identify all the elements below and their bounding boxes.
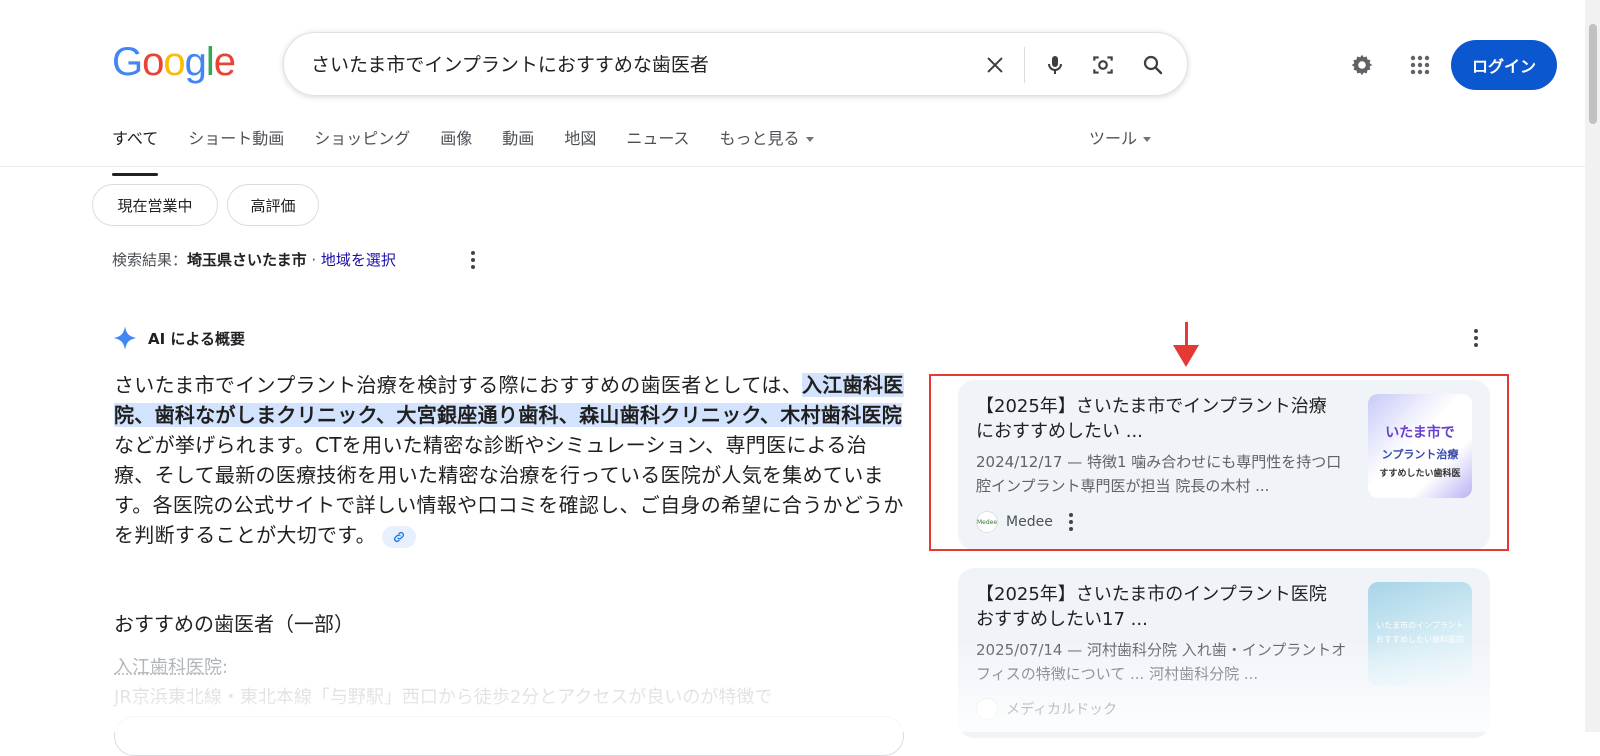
- location-line: 検索結果：埼玉県さいたま市 · 地域を選択: [112, 249, 396, 271]
- card-source[interactable]: メディカルドック: [976, 698, 1117, 720]
- tab-news[interactable]: ニュース: [611, 126, 704, 164]
- ai-overview-header: AI による概要: [112, 325, 245, 351]
- location-more-icon[interactable]: [463, 248, 483, 272]
- tab-videos[interactable]: 動画: [487, 126, 549, 164]
- search-box[interactable]: さいたま市でインプラントにおすすめな歯医者: [283, 32, 1188, 96]
- location-place: 埼玉県さいたま市: [187, 251, 307, 269]
- annotation-highlight-box: [929, 374, 1509, 551]
- chevron-down-icon: [1143, 137, 1152, 142]
- select-region-link[interactable]: 地域を選択: [321, 251, 396, 269]
- recommended-item-desc: JR京浜東北線・東北本線「与野駅」西口から徒歩2分とアクセスが良いのが特徴で: [114, 687, 773, 708]
- card-title[interactable]: 【2025年】さいたま市のインプラント医院 おすすめしたい17 ...: [976, 582, 1336, 632]
- recommended-item-title: 入江歯科医院:: [114, 654, 228, 682]
- tab-images[interactable]: 画像: [425, 126, 487, 164]
- tab-all[interactable]: すべて: [112, 126, 173, 176]
- card-thumbnail[interactable]: いたま市のインプラント おすすめしたい歯科医院: [1368, 582, 1472, 686]
- gear-icon[interactable]: [1347, 50, 1377, 80]
- tabs-divider: [0, 166, 1585, 167]
- annotation-arrow-head: [1173, 345, 1199, 367]
- login-button[interactable]: ログイン: [1451, 40, 1557, 90]
- chevron-down-icon: [805, 137, 814, 142]
- tab-maps[interactable]: 地図: [549, 126, 611, 164]
- tab-more[interactable]: もっと見る: [705, 126, 829, 164]
- thumb-line: いたま市のインプラント: [1376, 621, 1464, 630]
- ai-intro: さいたま市でインプラント治療を検討する際におすすめの歯医者としては、: [114, 373, 802, 397]
- show-more-button[interactable]: [114, 716, 904, 756]
- ai-overview-more-icon[interactable]: [1466, 326, 1486, 350]
- search-icon[interactable]: [1137, 49, 1169, 81]
- card-source-name: メディカルドック: [1006, 702, 1118, 718]
- clear-icon[interactable]: [979, 49, 1011, 81]
- recommended-subheading: おすすめの歯医者（一部）: [114, 612, 354, 636]
- search-divider: [1024, 47, 1025, 83]
- tools-menu[interactable]: ツール: [1089, 126, 1152, 152]
- tab-short-videos[interactable]: ショート動画: [173, 126, 299, 164]
- medicaldoc-favicon-icon: [976, 698, 998, 720]
- microphone-icon[interactable]: [1039, 49, 1071, 81]
- apps-grid-icon[interactable]: [1405, 50, 1435, 80]
- card-snippet: 2025/07/14 — 河村歯科分院 入れ歯・インプラントオフィスの特徴につい…: [976, 641, 1347, 683]
- google-logo[interactable]: Google: [112, 40, 236, 84]
- scrollbar-thumb[interactable]: [1589, 24, 1597, 124]
- ai-overview-title: AI による概要: [148, 329, 245, 348]
- thumb-line: おすすめしたい歯科医院: [1376, 635, 1464, 644]
- item-title-text[interactable]: 入江歯科医院: [114, 657, 222, 678]
- source-card[interactable]: 【2025年】さいたま市のインプラント医院 おすすめしたい17 ... 2025…: [958, 568, 1490, 738]
- search-input[interactable]: さいたま市でインプラントにおすすめな歯医者: [311, 51, 709, 79]
- search-tabs: すべて ショート動画 ショッピング 画像 動画 地図 ニュース もっと見る: [112, 126, 829, 176]
- chip-open-now[interactable]: 現在営業中: [92, 184, 218, 226]
- sparkle-icon: [113, 326, 137, 350]
- chip-top-rated[interactable]: 高評価: [227, 184, 319, 226]
- location-separator: ·: [306, 251, 321, 269]
- location-prefix: 検索結果：: [112, 251, 188, 269]
- tools-label: ツール: [1089, 129, 1138, 148]
- tab-shopping[interactable]: ショッピング: [299, 126, 425, 164]
- item-colon: :: [222, 657, 229, 678]
- lens-camera-icon[interactable]: [1087, 49, 1119, 81]
- ai-rest: などが挙げられます。CTを用いた精密な診断やシミュレーション、専門医による治療、…: [114, 433, 904, 547]
- tab-more-label: もっと見る: [719, 129, 800, 148]
- link-icon[interactable]: [381, 525, 416, 548]
- ai-overview-text: さいたま市でインプラント治療を検討する際におすすめの歯医者としては、入江歯科医院…: [114, 370, 904, 550]
